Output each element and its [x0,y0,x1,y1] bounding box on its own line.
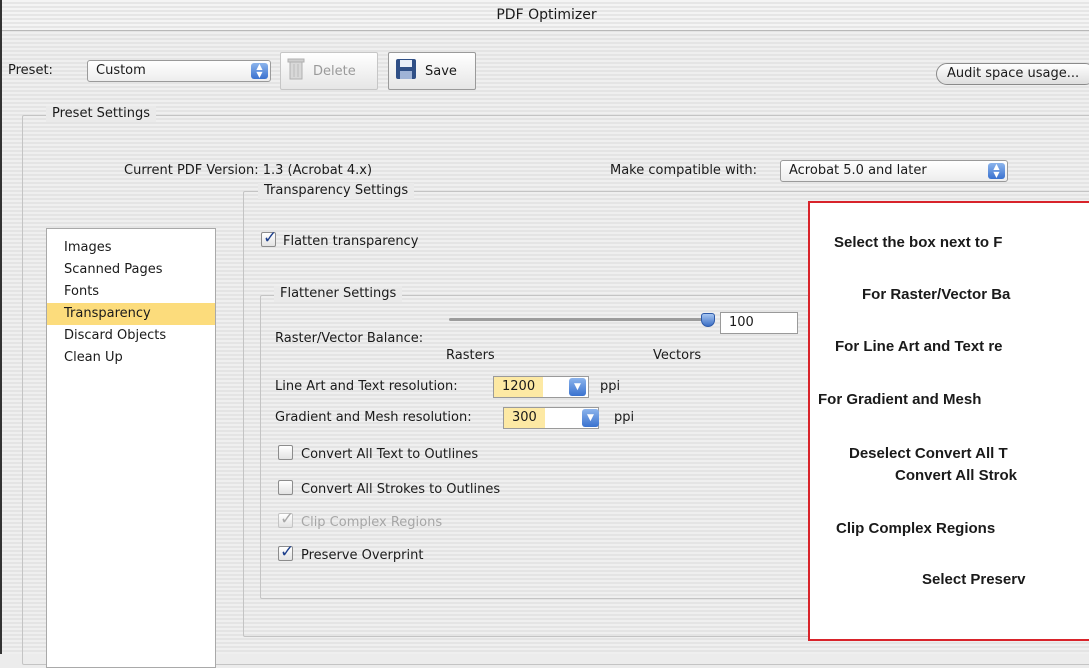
preset-settings-title: Preset Settings [46,106,156,122]
instruction-line: Convert All Strok [895,467,1017,484]
floppy-disk-icon [395,58,417,84]
save-button[interactable]: Save [388,52,476,90]
preserve-overprint-checkbox[interactable]: ✓ [278,542,294,562]
instruction-line: For Raster/Vector Ba [862,286,1011,303]
preset-dropdown[interactable]: Custom ▲ ▼ [87,60,271,82]
instruction-line: Select Preserv [922,571,1026,588]
rasters-label: Rasters [446,348,495,363]
chevron-down-icon[interactable]: ▼ [569,378,586,396]
instruction-line: For Line Art and Text re [835,338,1003,355]
instruction-line: Select the box next to F [834,234,1003,251]
window-title: PDF Optimizer [2,0,1089,31]
preset-value: Custom [96,63,146,78]
convert-strokes-outlines-label: Convert All Strokes to Outlines [301,482,501,497]
clip-complex-regions-label: Clip Complex Regions [301,515,443,530]
gradient-unit: ppi [614,410,635,425]
delete-button-label: Delete [313,63,356,79]
sidebar-item-scanned-pages[interactable]: Scanned Pages [47,259,215,281]
raster-vector-balance-label: Raster/Vector Balance: [275,331,424,346]
delete-button[interactable]: Delete [280,52,378,90]
gradient-resolution-value: 300 [504,408,545,428]
instruction-line: Deselect Convert All T [849,445,1008,462]
line-art-resolution-value: 1200 [494,377,544,397]
flatten-transparency-label: Flatten transparency [283,234,419,249]
convert-strokes-outlines-checkbox[interactable] [278,480,293,495]
raster-vector-slider-thumb[interactable] [701,313,715,327]
raster-vector-value-field[interactable]: 100 [720,312,798,334]
flatten-transparency-checkbox[interactable]: ✓ [261,228,277,248]
instruction-line: Clip Complex Regions [836,520,996,537]
flattener-settings-title: Flattener Settings [274,286,403,302]
sidebar-item-fonts[interactable]: Fonts [47,281,215,303]
audit-space-usage-button[interactable]: Audit space usage... [936,63,1089,85]
category-list: Images Scanned Pages Fonts Transparency … [46,228,216,668]
sidebar-item-transparency[interactable]: Transparency [47,303,215,325]
raster-vector-slider-track[interactable] [449,318,715,321]
sidebar-item-images[interactable]: Images [47,237,215,259]
instruction-line: For Gradient and Mesh [818,391,982,408]
checkmark-icon: ✓ [263,228,278,248]
chevron-updown-icon: ▲ ▼ [988,163,1005,179]
pdf-optimizer-window: PDF Optimizer Preset: Custom ▲ ▼ Delete S… [0,0,1089,668]
line-art-unit: ppi [600,379,621,394]
clip-complex-regions-checkbox[interactable]: ✓ [278,509,294,529]
checkmark-icon: ✓ [280,542,295,562]
line-art-resolution-label: Line Art and Text resolution: [275,379,458,394]
checkmark-icon: ✓ [280,509,295,529]
compatibility-dropdown[interactable]: Acrobat 5.0 and later ▲ ▼ [780,160,1008,182]
transparency-settings-title: Transparency Settings [258,183,415,199]
chevron-down-icon[interactable]: ▼ [582,409,599,427]
preset-label: Preset: [8,63,53,78]
instruction-callout: Select the box next to F For Raster/Vect… [808,201,1089,641]
chevron-updown-icon: ▲ ▼ [251,63,268,79]
save-button-label: Save [425,63,457,79]
trash-icon [287,57,305,85]
gradient-resolution-label: Gradient and Mesh resolution: [275,410,472,425]
compatibility-value: Acrobat 5.0 and later [789,163,927,178]
convert-text-outlines-checkbox[interactable] [278,445,293,460]
sidebar-item-discard-objects[interactable]: Discard Objects [47,325,215,347]
preserve-overprint-label: Preserve Overprint [301,548,424,563]
sidebar-item-clean-up[interactable]: Clean Up [47,347,215,369]
make-compatible-label: Make compatible with: [610,163,758,178]
current-pdf-version: Current PDF Version: 1.3 (Acrobat 4.x) [124,163,373,178]
convert-text-outlines-label: Convert All Text to Outlines [301,447,479,462]
vectors-label: Vectors [653,348,702,363]
